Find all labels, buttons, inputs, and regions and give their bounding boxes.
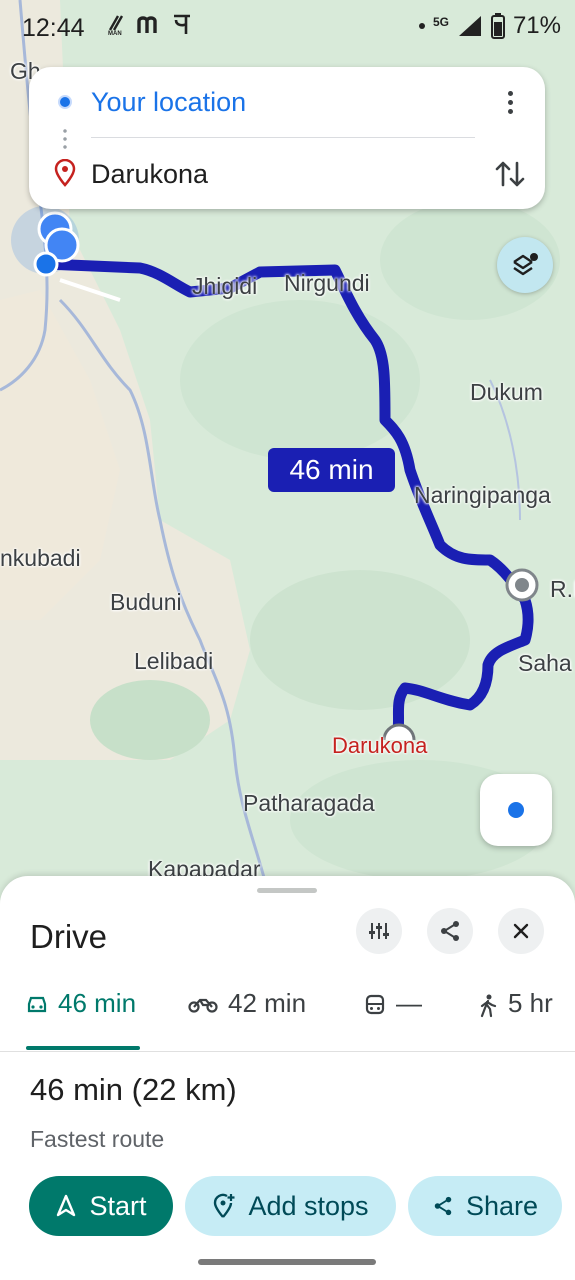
sheet-drag-handle[interactable] xyxy=(257,888,317,893)
pe-app-icon xyxy=(174,14,190,34)
more-options-button[interactable] xyxy=(495,85,525,119)
my-location-button[interactable] xyxy=(480,774,552,846)
layers-icon xyxy=(513,253,538,276)
add-stops-label: Add stops xyxy=(248,1190,369,1221)
divider xyxy=(91,137,475,138)
network-type: 5G xyxy=(432,15,449,29)
route-options-button[interactable] xyxy=(356,908,402,954)
swap-icon[interactable] xyxy=(493,157,527,191)
map-label-naringipanga: Naringipanga xyxy=(414,482,551,508)
map-label-patharagada: Patharagada xyxy=(243,790,375,816)
layers-button[interactable] xyxy=(497,237,553,293)
origin-dot-icon xyxy=(58,95,72,109)
status-time: 12:44 xyxy=(22,14,85,42)
route-card: Your location Darukona xyxy=(29,67,545,209)
route-summary: 46 min (22 km) xyxy=(30,1072,237,1108)
map-label-destination: Darukona xyxy=(332,733,428,758)
add-stops-button[interactable]: Add stops xyxy=(185,1176,396,1236)
add-location-icon xyxy=(214,1193,235,1218)
tab-drive[interactable]: 46 min xyxy=(26,988,136,1052)
m-app-icon xyxy=(137,16,157,33)
map-label-dukum: Dukum xyxy=(470,379,543,405)
directions-sheet: Drive 46 min 42 min — 5 hr 46 min (22 km… xyxy=(0,876,575,1280)
destination-field[interactable]: Darukona xyxy=(91,159,208,190)
tune-icon xyxy=(369,923,389,939)
motorcycle-time: 42 min xyxy=(228,988,307,1018)
motorcycle-icon xyxy=(188,998,218,1013)
transit-icon xyxy=(365,994,385,1015)
my-location-icon xyxy=(508,802,524,818)
travel-mode-tabs: 46 min 42 min — 5 hr xyxy=(0,988,575,1052)
tab-transit[interactable]: — xyxy=(364,988,422,1052)
gesture-nav-bar[interactable] xyxy=(198,1259,376,1265)
map-label-saha: Saha xyxy=(518,650,572,676)
start-button[interactable]: Start xyxy=(29,1176,173,1236)
transit-time: — xyxy=(396,988,422,1018)
map-label-lelibadi: Lelibadi xyxy=(134,648,214,674)
route-subtitle: Fastest route xyxy=(30,1126,165,1152)
car-icon xyxy=(27,996,47,1013)
route-time-bubble[interactable]: 46 min xyxy=(268,448,395,492)
share-route-button[interactable] xyxy=(427,908,473,954)
map-label-ri: R.I xyxy=(550,576,575,602)
map-label-nirgundi: Nirgundi xyxy=(284,270,370,296)
signal-icon xyxy=(458,16,481,36)
active-tab-indicator xyxy=(26,1046,140,1050)
notification-dot xyxy=(418,23,425,29)
svg-text:MAN: MAN xyxy=(108,31,122,36)
walk-icon xyxy=(480,994,497,1018)
origin-row[interactable]: Your location xyxy=(29,67,545,137)
sheet-title: Drive xyxy=(30,918,108,955)
battery-level: 71% xyxy=(512,12,561,39)
status-bar: 12:44 MAN 5G 71% xyxy=(0,0,575,56)
map-label-jhigidi: Jhigidi xyxy=(192,273,258,299)
battery-icon xyxy=(490,13,505,39)
share-button[interactable]: Share xyxy=(408,1176,562,1236)
close-button[interactable] xyxy=(498,908,544,954)
tab-walk[interactable]: 5 hr xyxy=(478,988,553,1052)
share-icon xyxy=(434,1196,452,1216)
share-icon xyxy=(441,921,459,941)
nfc-icon: MAN xyxy=(108,15,124,36)
summary-time: 46 min xyxy=(30,1072,124,1107)
map-label-buduni: Buduni xyxy=(110,589,182,615)
origin-field[interactable]: Your location xyxy=(91,87,246,118)
summary-distance: (22 km) xyxy=(131,1072,237,1107)
map-label-nkubadi: nkubadi xyxy=(0,545,81,571)
drive-time: 46 min xyxy=(58,988,137,1018)
close-icon xyxy=(513,923,529,939)
navigation-arrow-icon xyxy=(57,1194,76,1217)
walk-time: 5 hr xyxy=(508,988,553,1018)
destination-row[interactable]: Darukona xyxy=(29,139,545,209)
start-label: Start xyxy=(89,1190,147,1221)
share-label: Share xyxy=(465,1190,539,1221)
location-pin-icon xyxy=(54,159,76,187)
tab-motorcycle[interactable]: 42 min xyxy=(188,988,306,1052)
